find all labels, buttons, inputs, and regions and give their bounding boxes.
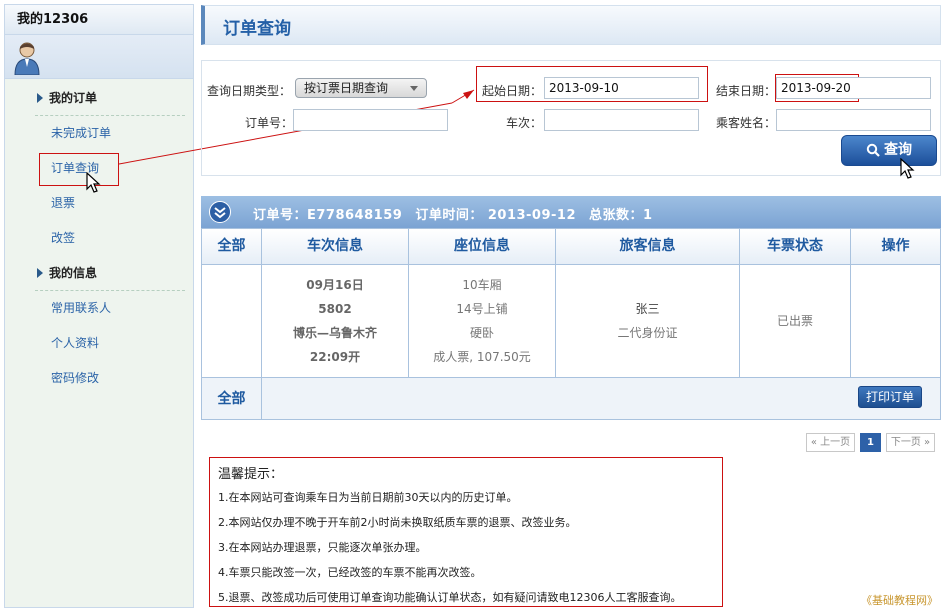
print-order-button[interactable]: 打印订单 [858, 386, 922, 408]
triangle-right-icon [37, 268, 43, 278]
notice-line: 2.本网站仅办理不晚于开车前2小时尚未换取纸质车票的退票、改签业务。 [218, 516, 577, 529]
order-table: 全部 车次信息 座位信息 旅客信息 车票状态 操作 09月16日 5802 博乐… [201, 228, 941, 420]
end-date-input[interactable]: 2013-09-20 [776, 77, 931, 99]
query-button[interactable]: 查询 [841, 135, 937, 166]
avatar-area [5, 35, 193, 79]
start-date-label: 起始日期： [482, 84, 543, 98]
sidebar-item-contacts[interactable]: 常用联系人 [5, 291, 193, 325]
ticket-status: 已出票 [776, 314, 813, 328]
column-header-train: 车次信息 [262, 229, 409, 264]
column-header-passenger: 旅客信息 [556, 229, 740, 264]
select-all-label[interactable]: 全部 [202, 378, 262, 420]
passenger-name-input[interactable] [776, 109, 931, 131]
seat-class: 硬卧 [469, 326, 494, 340]
notice-title: 温馨提示： [218, 467, 284, 482]
notice-line: 5.退票、改签成功后可使用订单查询功能确认订单状态，如有疑问请致电12306人工… [218, 591, 682, 604]
sidebar-item-profile[interactable]: 个人资料 [5, 326, 193, 360]
page-number-current[interactable]: 1 [860, 433, 881, 452]
notice-line: 3.在本网站办理退票，只能逐次单张办理。 [218, 541, 427, 554]
train-date: 09月16日 [306, 278, 364, 292]
seat-berth: 14号上铺 [456, 302, 508, 316]
train-route: 博乐—乌鲁木齐 [292, 326, 377, 340]
page-header: 订单查询 [201, 5, 941, 45]
start-date-input[interactable]: 2013-09-10 [544, 77, 699, 99]
train-no-input[interactable] [544, 109, 699, 131]
mouse-cursor-icon [86, 172, 101, 193]
ticket-total: 总张数：1 [589, 208, 653, 223]
train-depart-time: 22:09开 [309, 350, 361, 364]
seat-price: 成人票, 107.50元 [433, 350, 531, 364]
notice-box: 温馨提示： 1.在本网站可查询乘车日为当前日期前30天以内的历史订单。 2.本网… [209, 457, 723, 607]
sidebar-item-unfinished-orders[interactable]: 未完成订单 [5, 116, 193, 150]
seat-carriage: 10车厢 [462, 278, 502, 292]
sidebar-section-my-orders: 我的订单 [5, 81, 193, 115]
table-cell-select [202, 265, 262, 377]
passenger-id-type: 二代身份证 [617, 326, 678, 340]
sidebar-item-change[interactable]: 改签 [5, 221, 193, 255]
passenger-name: 张三 [635, 302, 660, 316]
triangle-right-icon [37, 93, 43, 103]
sidebar-title: 我的12306 [5, 5, 193, 35]
sidebar-item-password[interactable]: 密码修改 [5, 361, 193, 395]
search-icon [866, 143, 880, 157]
column-header-all[interactable]: 全部 [202, 229, 262, 264]
end-date-label: 结束日期： [716, 84, 777, 98]
order-no-label: 订单号： [245, 116, 294, 130]
order-summary-bar: 订单号：E778648159 订单时间： 2013-09-12 总张数：1 [201, 196, 941, 228]
table-cell-passenger-info: 张三 二代身份证 [556, 265, 740, 377]
table-footer-row: 全部 打印订单 [202, 377, 940, 420]
order-number: 订单号：E778648159 [253, 208, 403, 223]
passenger-name-label: 乘客姓名： [716, 116, 777, 130]
train-no-label: 车次： [506, 116, 543, 130]
table-cell-train-info: 09月16日 5802 博乐—乌鲁木齐 22:09开 [262, 265, 409, 377]
table-cell-seat-info: 10车厢 14号上铺 硬卧 成人票, 107.50元 [409, 265, 556, 377]
table-header-row: 全部 车次信息 座位信息 旅客信息 车票状态 操作 [202, 229, 940, 265]
date-type-select[interactable]: 按订票日期查询 [295, 78, 427, 98]
watermark: 《基础教程网》 [861, 594, 938, 607]
train-number: 5802 [318, 302, 352, 316]
sidebar: 我的12306 我的订单 未完成订单 订单查询 退票 改签 我的信息 常用联系人… [4, 4, 194, 608]
highlight-box-order-query [39, 153, 119, 186]
order-no-input[interactable] [293, 109, 448, 131]
order-time: 订单时间： 2013-09-12 [415, 208, 577, 223]
user-avatar-icon [14, 42, 40, 75]
column-header-seat: 座位信息 [409, 229, 556, 264]
page-title: 订单查询 [223, 19, 291, 39]
date-type-label: 查询日期类型： [207, 84, 292, 98]
notice-line: 1.在本网站可查询乘车日为当前日期前30天以内的历史订单。 [218, 491, 518, 504]
sidebar-section-my-info: 我的信息 [5, 256, 193, 290]
collapse-chevron-icon[interactable] [209, 201, 231, 223]
dropdown-arrow-icon [410, 86, 418, 91]
prev-page-button[interactable]: « 上一页 [806, 433, 855, 452]
next-page-button[interactable]: 下一页 » [886, 433, 935, 452]
mouse-cursor-icon [900, 158, 915, 179]
column-header-status: 车票状态 [740, 229, 851, 264]
table-cell-action [851, 265, 940, 377]
notice-line: 4.车票只能改签一次，已经改签的车票不能再次改签。 [218, 566, 482, 579]
column-header-action: 操作 [881, 238, 910, 254]
table-cell-ticket-status: 已出票 [740, 265, 851, 377]
